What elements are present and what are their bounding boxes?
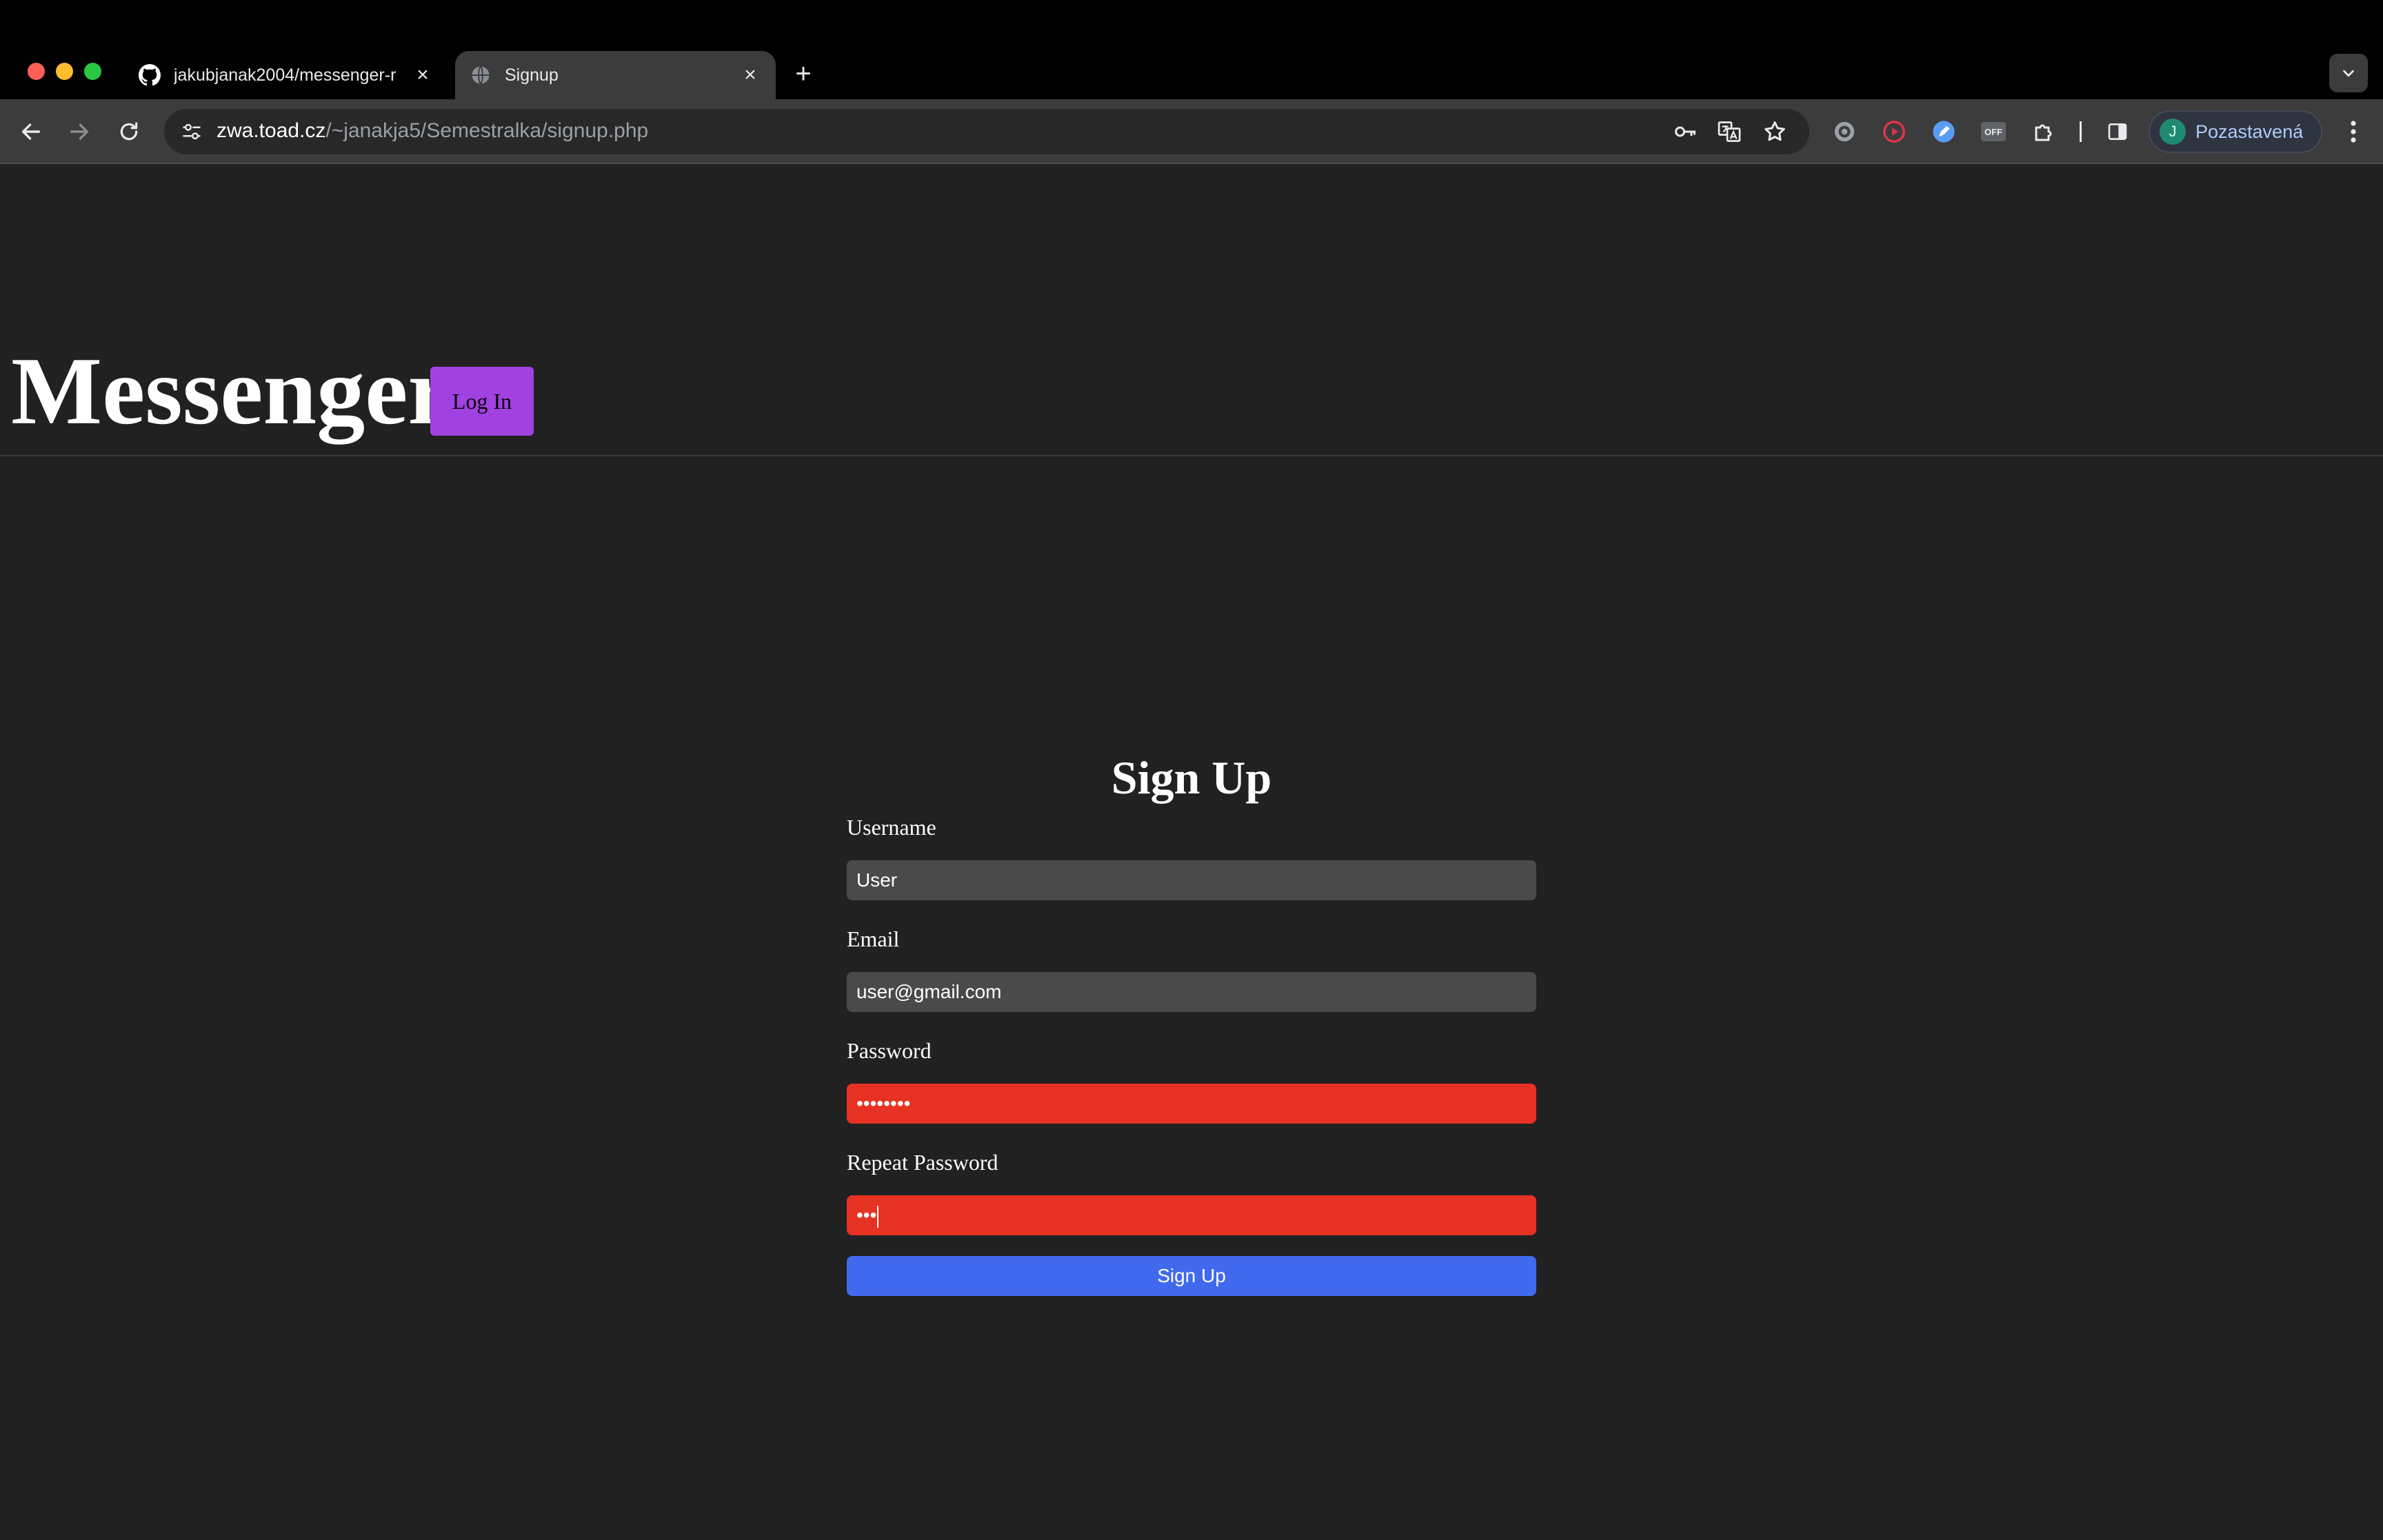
email-field[interactable]: user@gmail.com [847, 972, 1536, 1012]
back-button[interactable] [12, 113, 50, 150]
extension-ublock-icon[interactable] [1826, 113, 1863, 150]
browser-menu-button[interactable] [2335, 113, 2372, 150]
extensions-puzzle-icon[interactable] [2026, 113, 2063, 150]
close-tab-icon[interactable]: × [411, 63, 434, 87]
extension-pen-icon[interactable] [1925, 113, 1962, 150]
repeat-password-label: Repeat Password [847, 1150, 998, 1175]
more-vertical-icon [2351, 121, 2356, 143]
site-header: Messenger Log In [0, 164, 2383, 456]
arrow-right-icon [70, 123, 89, 140]
page-content: Messenger Log In Sign Up Username User E… [0, 164, 2383, 1540]
tab-title: jakubjanak2004/messenger-r [174, 65, 396, 85]
url-path: /~janakja5/Semestralka/signup.php [325, 119, 649, 142]
github-icon [138, 63, 161, 87]
translate-icon[interactable] [1714, 116, 1744, 147]
tab-strip: jakubjanak2004/messenger-r × Signup × + [0, 44, 2383, 99]
username-label: Username [847, 815, 936, 840]
url-text[interactable]: zwa.toad.cz/~janakja5/Semestralka/signup… [217, 119, 648, 143]
arrow-left-icon [21, 123, 41, 140]
login-button[interactable]: Log In [430, 367, 534, 436]
extension-off-icon[interactable]: OFF [1975, 113, 2012, 150]
side-panel-icon[interactable] [2099, 113, 2136, 150]
close-tab-icon[interactable]: × [738, 63, 762, 87]
tab-search-button[interactable] [2329, 54, 2368, 92]
repeat-password-field[interactable]: ••• [847, 1195, 1536, 1235]
reload-button[interactable] [110, 113, 148, 150]
signup-button[interactable]: Sign Up [847, 1256, 1536, 1296]
forward-button[interactable] [61, 113, 98, 150]
password-label: Password [847, 1038, 932, 1063]
chevron-down-icon [2343, 70, 2354, 77]
repeat-password-value: ••• [856, 1204, 877, 1226]
email-label: Email [847, 926, 900, 951]
signup-form: Sign Up Username User Email user@gmail.c… [847, 750, 1536, 1296]
site-brand: Messenger [11, 338, 451, 445]
username-field[interactable]: User [847, 860, 1536, 900]
reload-icon [120, 122, 138, 141]
password-key-icon[interactable] [1670, 116, 1700, 147]
text-cursor [877, 1205, 879, 1228]
bookmark-star-icon[interactable] [1760, 116, 1790, 147]
form-title: Sign Up [1111, 751, 1272, 804]
profile-button[interactable]: J Pozastavená [2149, 110, 2322, 153]
site-info-icon[interactable] [177, 116, 207, 147]
password-field[interactable]: •••••••• [847, 1084, 1536, 1124]
extension-record-icon[interactable] [1876, 113, 1913, 150]
globe-icon [469, 63, 492, 87]
maximize-window-button[interactable] [84, 63, 101, 80]
minimize-window-button[interactable] [56, 63, 73, 80]
address-bar[interactable]: zwa.toad.cz/~janakja5/Semestralka/signup… [164, 109, 1809, 154]
close-window-button[interactable] [28, 63, 45, 80]
tab-signup[interactable]: Signup × [455, 51, 776, 99]
tab-github[interactable]: jakubjanak2004/messenger-r × [124, 51, 448, 99]
new-tab-button[interactable]: + [790, 60, 817, 89]
browser-window: jakubjanak2004/messenger-r × Signup × + [0, 44, 2383, 1540]
toolbar-divider [2080, 121, 2082, 142]
profile-status-label: Pozastavená [2195, 121, 2304, 142]
extension-off-badge: OFF [1981, 122, 2006, 141]
url-host: zwa.toad.cz [217, 119, 326, 142]
tab-title: Signup [505, 65, 559, 85]
avatar: J [2160, 119, 2186, 145]
browser-toolbar: zwa.toad.cz/~janakja5/Semestralka/signup… [0, 99, 2383, 164]
